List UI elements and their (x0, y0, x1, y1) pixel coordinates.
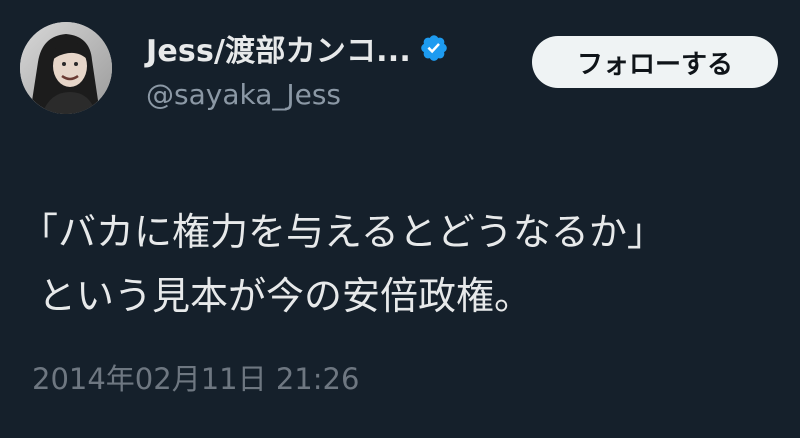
tweet-text-line: 「バカに権力を与えるとどうなるか」 (20, 210, 665, 254)
tweet-text: 「バカに権力を与えるとどうなるか」 という見本が今の安倍政権。 (20, 200, 790, 328)
avatar[interactable] (20, 22, 112, 114)
tweet-card: Jess/渡部カンコ... @sayaka_Jess フォローする 「バカに権力… (0, 0, 800, 438)
user-handle[interactable]: @sayaka_Jess (146, 78, 341, 111)
follow-button[interactable]: フォローする (532, 36, 778, 88)
avatar-image (20, 22, 112, 114)
tweet-text-line: という見本が今の安倍政権。 (38, 274, 533, 318)
verified-badge-icon (421, 35, 447, 61)
user-name-row: Jess/渡部カンコ... (146, 30, 449, 69)
display-name[interactable]: Jess/渡部カンコ... (146, 26, 411, 70)
tweet-timestamp[interactable]: 2014年02月11日 21:26 (32, 356, 359, 398)
